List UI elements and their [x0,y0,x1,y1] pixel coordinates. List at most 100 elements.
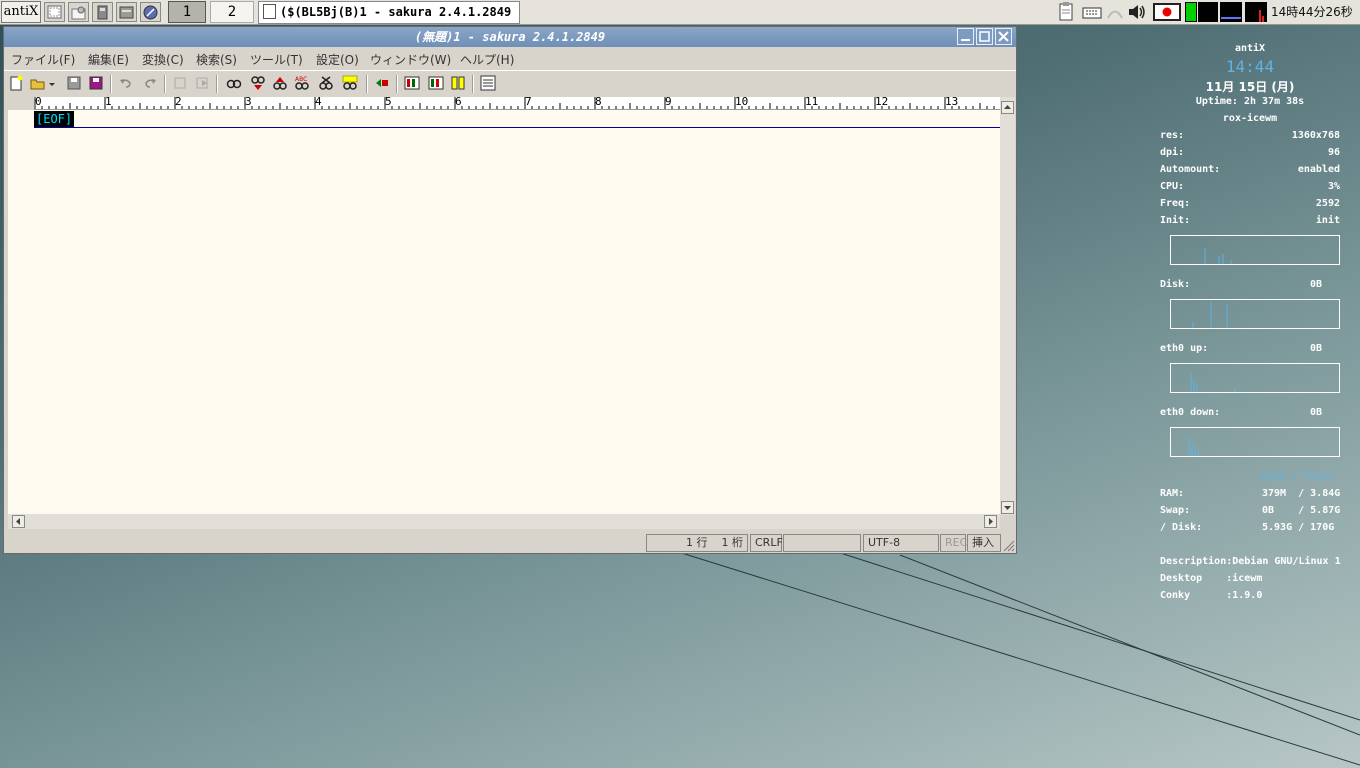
vertical-scrollbar[interactable] [1000,97,1015,515]
svg-text:ABC: ABC [295,76,307,83]
conky-date: 11月 15日 (月) [1205,80,1295,94]
window-titlebar[interactable]: (無題)1 - sakura 2.4.1.2849 [4,27,1016,47]
conky-uptime: Uptime: 2h 37m 38s [1195,96,1305,107]
close-icon [998,31,1009,42]
conky-freq: Freq: 2592 [1160,198,1340,209]
ruler-number: 1 [105,97,112,108]
ruler-number: 8 [595,97,602,108]
menu-file[interactable]: ファイル(F) [11,51,75,68]
redo-icon[interactable] [142,75,158,91]
scroll-left-button[interactable] [12,515,25,528]
conky-init: Init: init [1160,215,1340,226]
clear-search-icon[interactable] [318,75,334,91]
conky-version: Conky :1.9.0 [1160,590,1263,601]
menu-search[interactable]: 検索(S) [196,51,237,68]
find-prev-icon[interactable] [272,75,288,91]
status-bar: 1 行 1 桁 CRLF UTF-8 REC 挿入 [4,532,1016,552]
conky-dpi: dpi: 96 [1160,147,1340,158]
maximize-icon [979,31,990,42]
open-dropdown-icon[interactable] [48,75,56,91]
scroll-right-button[interactable] [984,515,997,528]
toolbar-separator [472,75,474,93]
cpu-graph [1170,235,1340,265]
menubar: ファイル(F) 編集(E) 変換(C) 検索(S) ツール(T) 設定(O) ウ… [4,48,1016,68]
maximize-button[interactable] [976,28,993,45]
undo-icon[interactable] [118,75,134,91]
arrow-down-icon [1004,506,1011,510]
font-settings-icon[interactable] [450,75,466,91]
menu-convert[interactable]: 変換(C) [142,51,184,68]
arrow-right-icon [989,518,993,525]
status-cursor-position: 1 行 1 桁 [646,534,748,552]
conky-cpu: CPU: 3% [1160,181,1340,192]
conky-disk: Disk: 0B [1160,279,1323,290]
common-settings-icon[interactable] [404,75,420,91]
close-button[interactable] [995,28,1012,45]
find-icon[interactable] [226,75,242,91]
conky-usage-header: Used / Total [1262,471,1335,482]
conky-description: Description:Debian GNU/Linux 1 [1160,556,1341,567]
conky-root-disk: / Disk: 5.93G / 170G [1160,522,1335,533]
open-folder-icon[interactable] [30,75,46,91]
ruler-number: 5 [385,97,392,108]
menu-tools[interactable]: ツール(T) [250,51,303,68]
ruler-number: 12 [875,97,889,108]
ruler-number: 7 [525,97,532,108]
ruler-number: 4 [315,97,322,108]
ruler-number: 10 [735,97,749,108]
toolbar-separator [110,75,112,93]
menu-help[interactable]: ヘルプ(H) [460,51,514,68]
save-icon[interactable] [66,75,82,91]
conky-res: res: 1360x768 [1160,130,1340,141]
jump-back-icon[interactable] [172,75,188,91]
new-file-icon[interactable] [8,75,24,91]
toolbar: ABC [4,70,1016,97]
save-as-icon[interactable] [88,75,104,91]
minimize-button[interactable] [957,28,974,45]
tag-jump-icon[interactable] [374,75,390,91]
conky-desktop: Desktop :icewm [1160,573,1263,584]
conky-eth-down: eth0 down: 0B [1160,407,1323,418]
conky-host: antiX [1234,43,1266,54]
status-rec[interactable]: REC [940,534,967,552]
scroll-down-button[interactable] [1001,501,1014,514]
horizontal-scrollbar[interactable] [8,514,1000,529]
toolbar-separator [216,75,218,93]
toolbar-separator [164,75,166,93]
menu-edit[interactable]: 編集(E) [88,51,129,68]
outline-icon[interactable] [480,75,496,91]
eth-up-graph [1170,363,1340,393]
status-encoding[interactable]: UTF-8 [863,534,939,552]
minimize-icon [961,39,970,41]
status-insert-mode[interactable]: 挿入 [967,534,1001,552]
ruler: 0 1 2 3 4 5 6 7 8 9 10 11 12 13 [34,97,1000,110]
menu-settings[interactable]: 設定(O) [316,51,359,68]
conky-swap: Swap: 0B / 5.87G [1160,505,1341,516]
resize-grip-icon[interactable] [1002,539,1015,552]
scroll-up-button[interactable] [1001,101,1014,114]
ruler-number: 2 [175,97,182,108]
ruler-number: 6 [455,97,462,108]
conky-automount: Automount: enabled [1160,164,1340,175]
ruler-number: 3 [245,97,252,108]
replace-icon[interactable]: ABC [294,75,310,91]
text-edit-area[interactable]: [EOF] [8,110,1000,514]
grep-icon[interactable] [342,75,358,91]
toolbar-separator [366,75,368,93]
jump-forward-icon[interactable] [194,75,210,91]
type-settings-icon[interactable] [428,75,444,91]
conky-time: 14:44 [1225,57,1275,76]
window-title: (無題)1 - sakura 2.4.1.2849 [414,30,606,44]
eof-marker: [EOF] [34,111,75,127]
ruler-number: 9 [665,97,672,108]
sakura-editor-window: (無題)1 - sakura 2.4.1.2849 ファイル(F) 編集(E) … [3,26,1017,554]
ruler-number: 11 [805,97,819,108]
toolbar-separator [396,75,398,93]
cursor-underline [34,127,1000,128]
find-next-icon[interactable] [250,75,266,91]
status-line-ending[interactable]: CRLF [750,534,783,552]
eth-down-graph [1170,427,1340,457]
menu-window[interactable]: ウィンドウ(W) [370,51,451,68]
disk-graph [1170,299,1340,329]
ruler-number: 13 [945,97,959,108]
